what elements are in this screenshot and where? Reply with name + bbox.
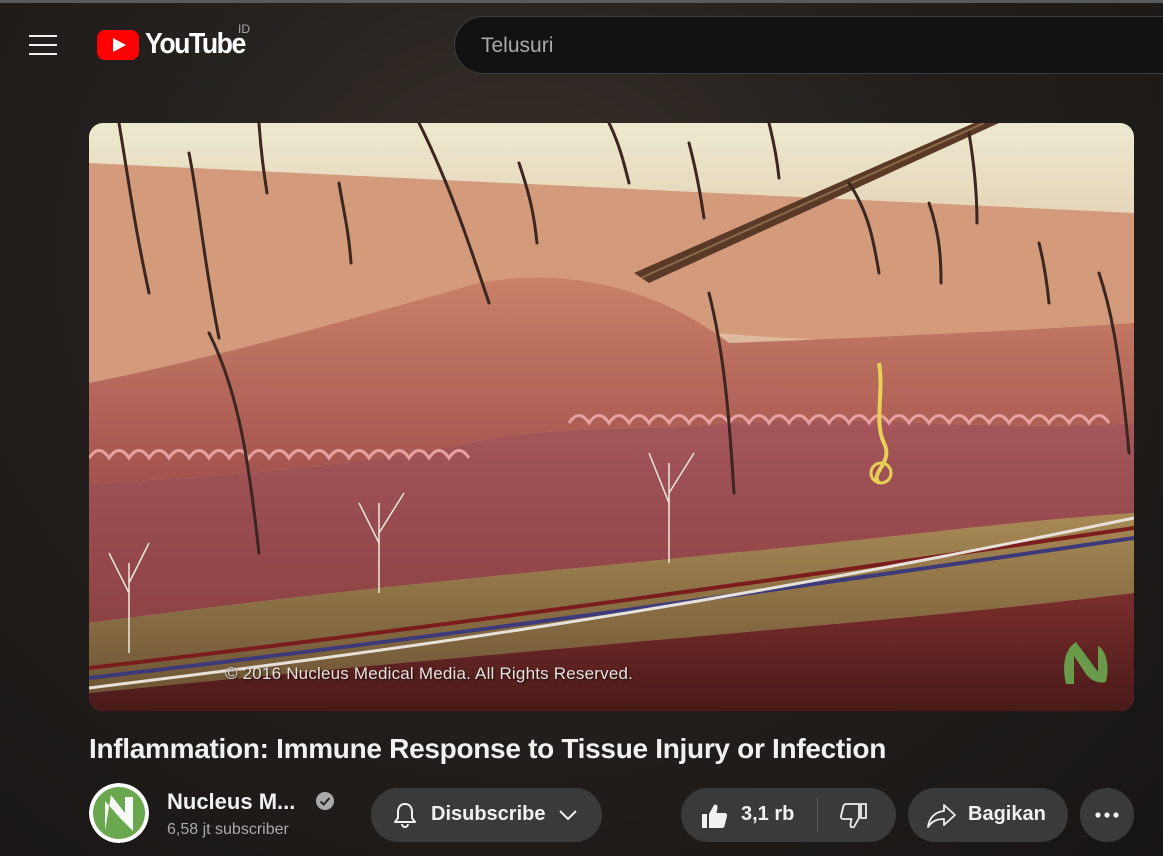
search-box[interactable]	[454, 16, 1163, 75]
bell-icon	[394, 803, 416, 829]
share-button[interactable]: Bagikan	[908, 788, 1068, 842]
menu-icon-bar	[29, 53, 57, 55]
channel-watermark-logo	[1064, 642, 1108, 684]
menu-icon	[29, 35, 57, 37]
subscriber-count: 6,58 jt subscriber	[167, 821, 289, 838]
channel-name[interactable]: Nucleus M...	[167, 789, 295, 815]
logo-text: YouTube	[145, 28, 246, 60]
video-watermark: © 2016 Nucleus Medical Media. All Rights…	[225, 664, 634, 683]
thumbs-down-icon[interactable]	[839, 801, 869, 831]
share-label: Bagikan	[968, 803, 1046, 825]
video-frame	[89, 123, 1134, 711]
video-player[interactable]: © 2016 Nucleus Medical Media. All Rights…	[89, 123, 1134, 711]
subscribe-button[interactable]: Disubscribe	[371, 788, 602, 842]
like-count: 3,1 rb	[741, 803, 795, 825]
thumbs-up-icon[interactable]	[699, 801, 729, 831]
menu-icon-bar	[29, 44, 57, 46]
video-title: Inflammation: Immune Response to Tissue …	[89, 733, 887, 764]
like-divider	[817, 798, 818, 832]
verified-icon	[316, 792, 334, 810]
subscribe-label: Disubscribe	[431, 803, 546, 825]
more-icon	[1095, 812, 1119, 818]
like-dislike-group: 3,1 rb	[681, 788, 896, 842]
share-icon	[927, 804, 956, 828]
channel-avatar[interactable]	[89, 783, 149, 843]
more-actions-button[interactable]	[1080, 788, 1134, 842]
youtube-logo[interactable]: YouTube	[97, 28, 254, 61]
search-input[interactable]	[479, 17, 1083, 75]
chevron-down-icon	[559, 810, 577, 821]
country-code: ID	[238, 22, 250, 36]
top-border	[0, 0, 1163, 3]
menu-button[interactable]	[22, 26, 64, 64]
youtube-play-icon	[97, 29, 139, 60]
